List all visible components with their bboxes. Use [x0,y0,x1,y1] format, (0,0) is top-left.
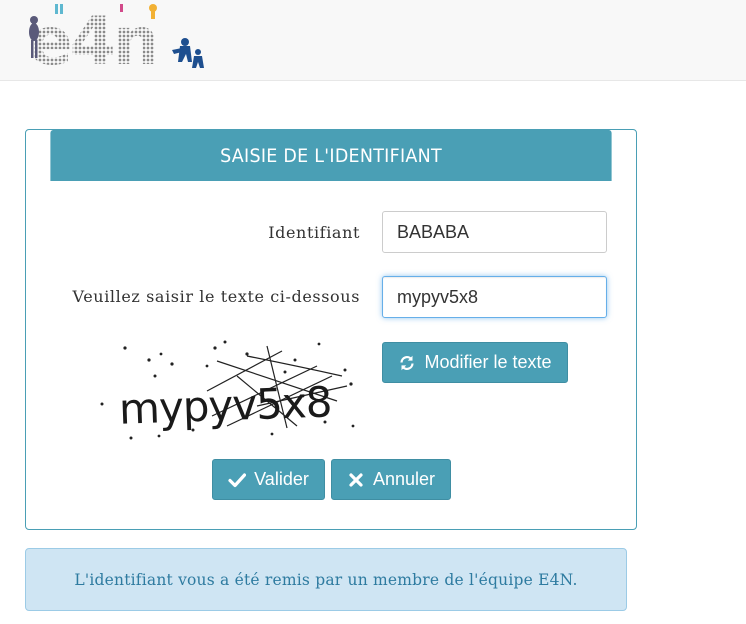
identifiant-input[interactable] [382,211,607,253]
top-bar: e4n [0,0,746,81]
e4n-logo[interactable]: e4n [22,2,212,74]
info-alert: L'identifiant vous a été remis par un me… [25,548,627,611]
close-icon [347,471,365,489]
logo-wordmark: e4n [28,3,157,74]
captcha-image: mypyv5x8 [100,340,355,440]
cancel-label: Annuler [372,469,436,489]
submit-button[interactable]: Valider [212,459,325,500]
refresh-captcha-label: Modifier le texte [424,352,552,372]
captcha-label: Veuillez saisir le texte ci-dessous [72,287,360,306]
identifiant-label: Identifiant [268,223,360,242]
check-icon [228,471,247,489]
info-message: L'identifiant vous a été remis par un me… [74,570,578,589]
refresh-captcha-button[interactable]: Modifier le texte [382,342,568,383]
cancel-button[interactable]: Annuler [331,459,451,500]
panel-title: SAISIE DE L'IDENTIFIANT [50,130,612,181]
submit-label: Valider [254,469,309,489]
captcha-text: mypyv5x8 [118,377,332,433]
captcha-input[interactable] [382,276,607,318]
refresh-icon [398,354,416,372]
